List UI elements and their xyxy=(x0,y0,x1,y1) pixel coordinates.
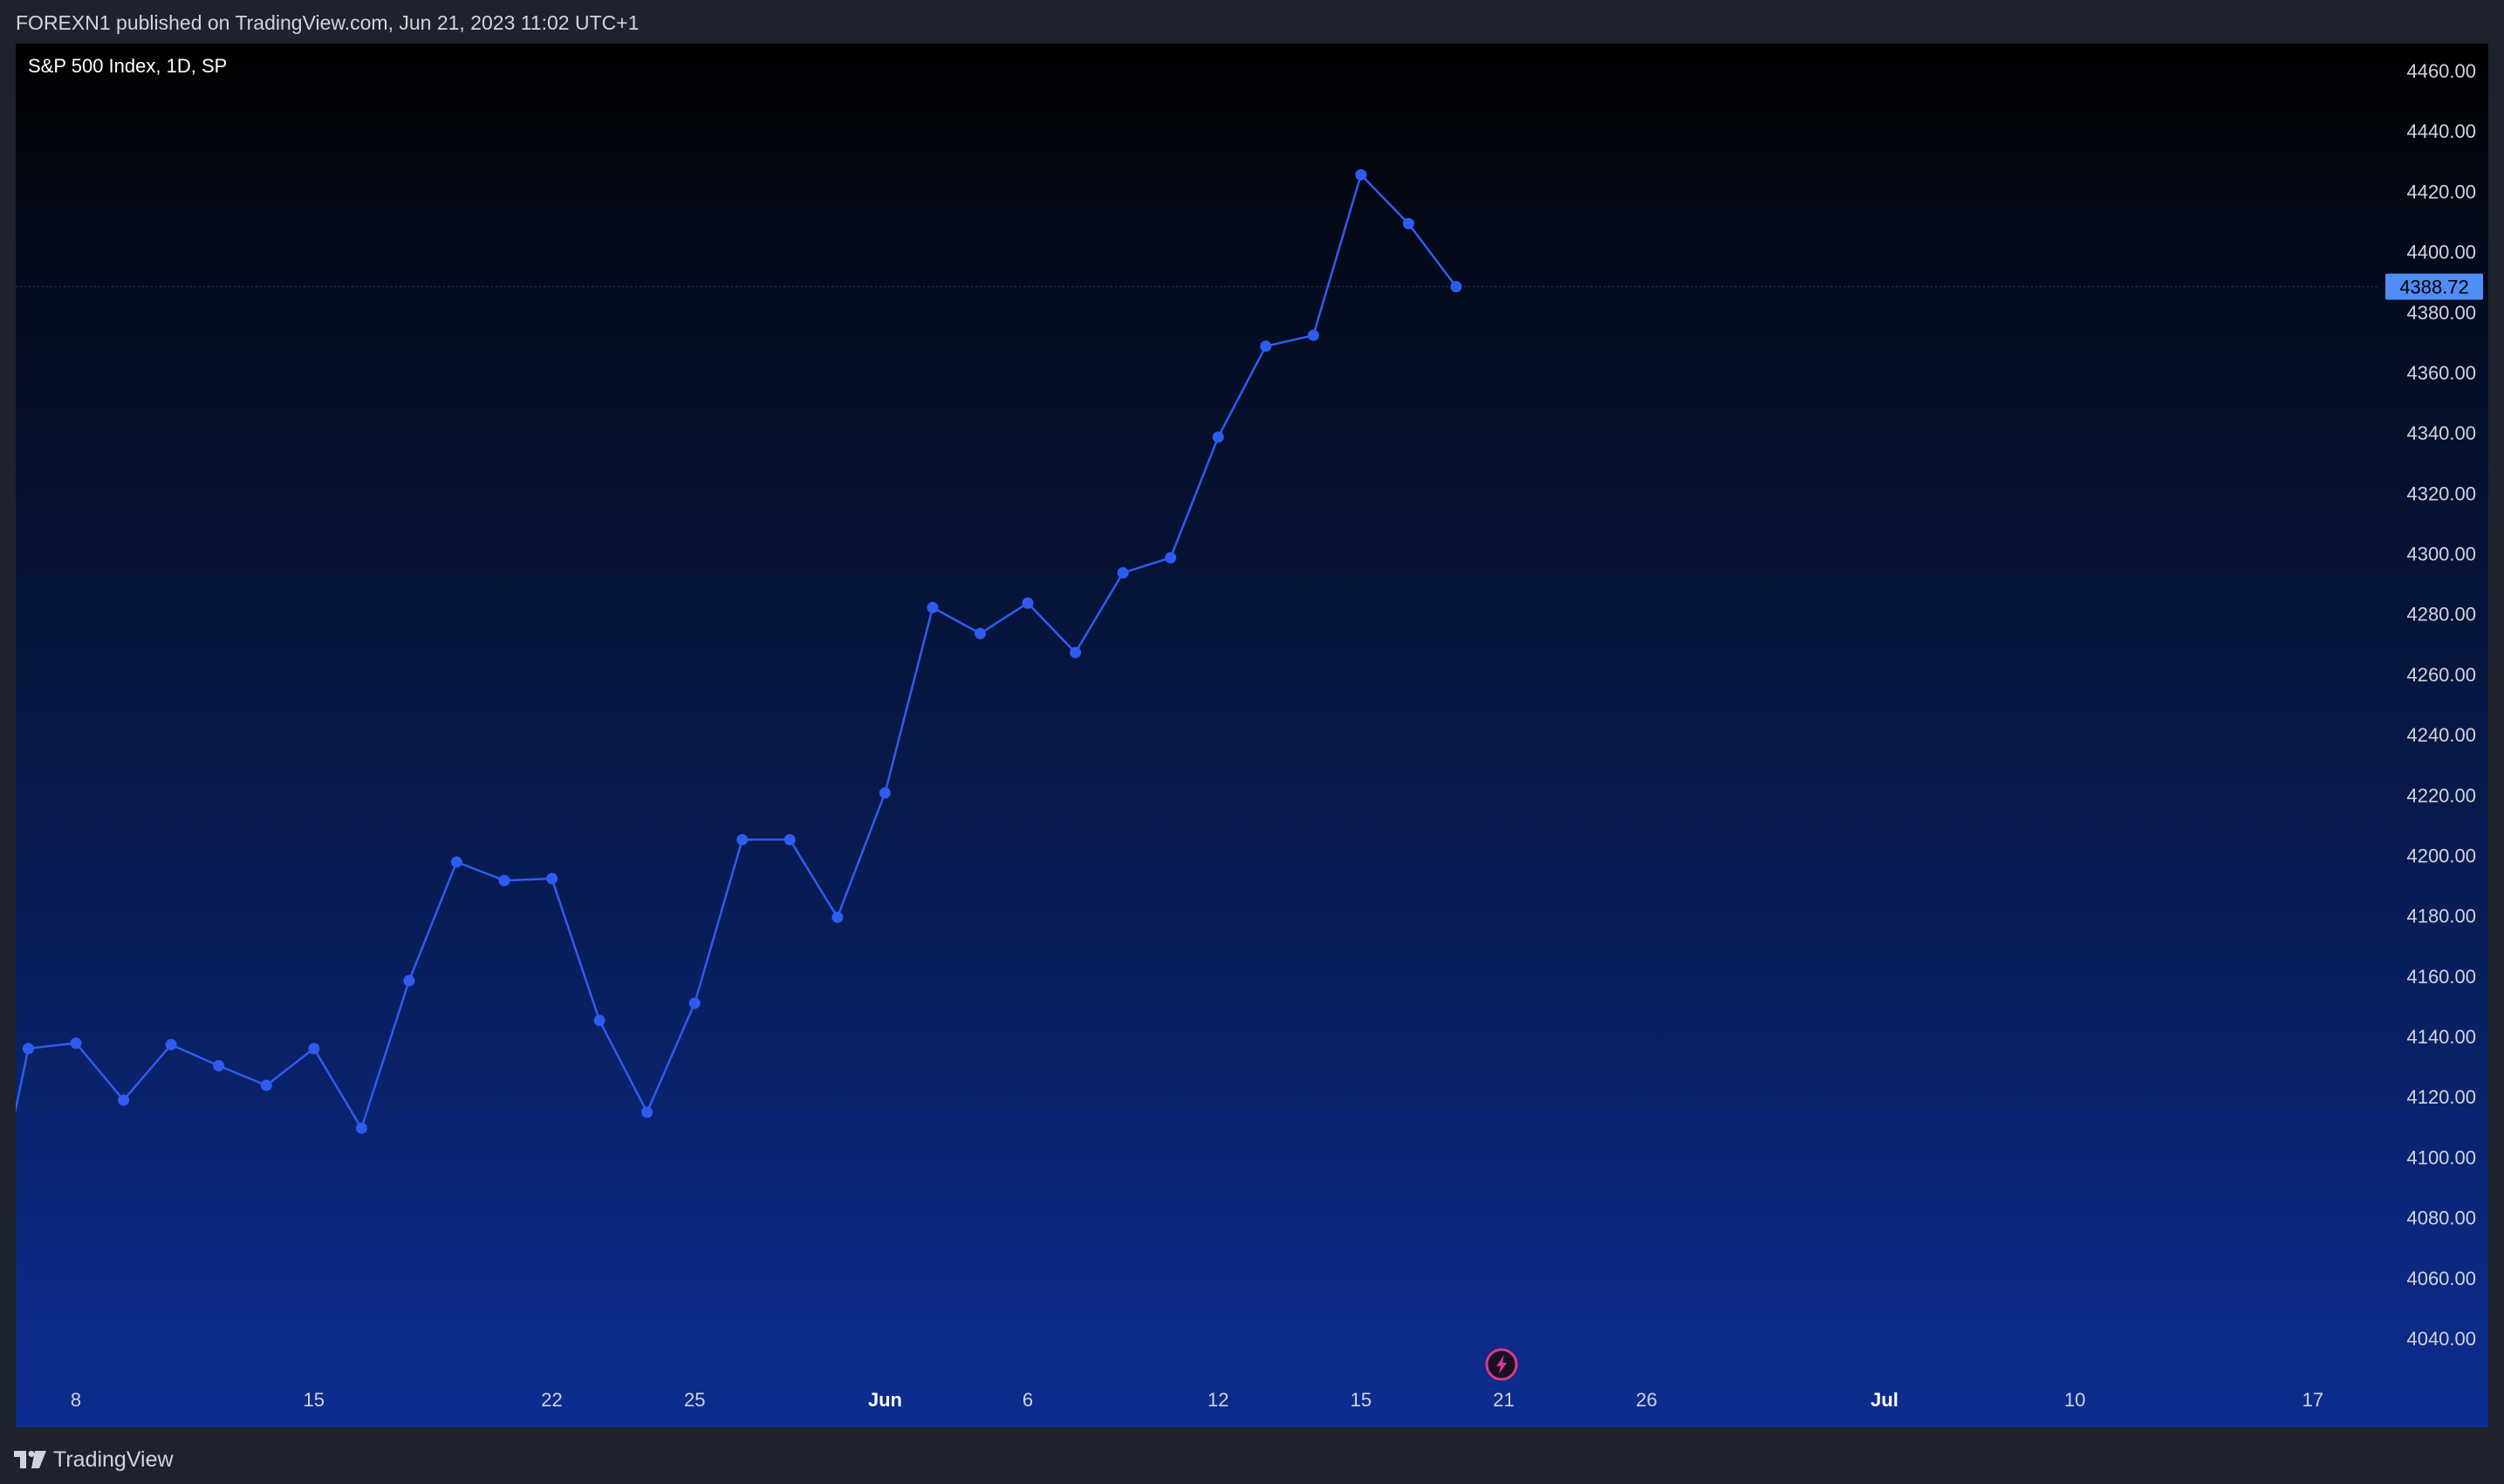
data-point[interactable] xyxy=(165,1038,177,1050)
publish-header: FOREXN1 published on TradingView.com, Ju… xyxy=(0,0,2504,45)
data-point[interactable] xyxy=(879,787,891,799)
data-point[interactable] xyxy=(831,911,844,923)
data-point[interactable] xyxy=(1260,340,1272,352)
data-point[interactable] xyxy=(450,856,462,868)
data-point[interactable] xyxy=(118,1094,130,1106)
y-tick-label: 4260.00 xyxy=(2406,664,2476,686)
x-tick-label: Jun xyxy=(868,1389,902,1411)
data-point[interactable] xyxy=(736,833,749,845)
y-tick-label: 4320.00 xyxy=(2406,482,2476,504)
y-tick-label: 4160.00 xyxy=(2406,966,2476,988)
data-point[interactable] xyxy=(641,1106,653,1118)
x-tick-label: 21 xyxy=(1493,1389,1514,1411)
symbol-title[interactable]: S&P 500 Index, 1D, SP xyxy=(28,55,227,78)
y-tick-label: 4100.00 xyxy=(2406,1146,2476,1168)
x-tick-label: 15 xyxy=(1351,1389,1372,1411)
tradingview-logo-icon xyxy=(14,1451,46,1468)
x-tick-label: 22 xyxy=(541,1389,562,1411)
data-point[interactable] xyxy=(688,997,701,1009)
data-point[interactable] xyxy=(498,874,510,886)
tradingview-brand-text: TradingView xyxy=(53,1446,174,1472)
data-point[interactable] xyxy=(783,833,796,845)
data-point[interactable] xyxy=(927,601,939,613)
data-point[interactable] xyxy=(23,1043,34,1055)
y-tick-label: 4040.00 xyxy=(2406,1328,2476,1350)
y-tick-label: 4080.00 xyxy=(2406,1207,2476,1229)
y-tick-label: 4180.00 xyxy=(2406,906,2476,927)
y-tick-label: 4440.00 xyxy=(2406,120,2476,142)
data-point[interactable] xyxy=(1117,567,1129,579)
data-point[interactable] xyxy=(1355,168,1367,181)
chart-plot[interactable]: 4040.00 4060.00 4080.00 4100.00 4120.00 4140.… xyxy=(16,44,2488,1427)
y-tick-label: 4200.00 xyxy=(2406,845,2476,866)
y-tick-label: 4120.00 xyxy=(2406,1086,2476,1108)
lightning-icon[interactable] xyxy=(1485,1348,1518,1381)
data-point[interactable] xyxy=(975,627,986,639)
y-tick-label: 4340.00 xyxy=(2406,422,2476,444)
y-tick-label: 4140.00 xyxy=(2406,1026,2476,1048)
data-point[interactable] xyxy=(1307,329,1319,341)
x-tick-label: 26 xyxy=(1636,1389,1657,1411)
x-tick-label: 10 xyxy=(2064,1389,2085,1411)
x-tick-label: Jul xyxy=(1871,1389,1899,1411)
data-point[interactable] xyxy=(70,1037,82,1050)
series-line xyxy=(16,174,1457,1130)
y-tick-label: 4060.00 xyxy=(2406,1268,2476,1289)
chart-panel[interactable]: 4040.00 4060.00 4080.00 4100.00 4120.00 4140.… xyxy=(16,44,2488,1427)
y-tick-label: 4300.00 xyxy=(2406,544,2476,565)
y-tick-label: 4220.00 xyxy=(2406,784,2476,806)
data-point[interactable] xyxy=(355,1122,367,1134)
data-point[interactable] xyxy=(1402,217,1414,229)
y-tick-label: 4240.00 xyxy=(2406,724,2476,746)
last-price-label: 4388.72 xyxy=(2399,277,2469,298)
data-point[interactable] xyxy=(260,1079,272,1091)
x-tick-label: 8 xyxy=(71,1389,81,1411)
data-point[interactable] xyxy=(213,1060,225,1072)
footer: TradingView xyxy=(0,1431,2504,1484)
data-point[interactable] xyxy=(1070,646,1082,659)
x-tick-label: 15 xyxy=(304,1389,325,1411)
x-tick-label: 17 xyxy=(2302,1389,2323,1411)
data-point[interactable] xyxy=(1022,597,1034,609)
data-point[interactable] xyxy=(1450,281,1462,293)
x-tick-label: 6 xyxy=(1023,1389,1033,1411)
y-tick-label: 4280.00 xyxy=(2406,604,2476,626)
data-point[interactable] xyxy=(1212,431,1224,443)
data-point[interactable] xyxy=(308,1043,320,1055)
x-tick-label: 25 xyxy=(684,1389,705,1411)
y-tick-label: 4420.00 xyxy=(2406,181,2476,202)
y-tick-label: 4380.00 xyxy=(2406,302,2476,324)
x-tick-label: 12 xyxy=(1208,1389,1228,1411)
tradingview-logo[interactable]: TradingView xyxy=(14,1447,174,1472)
y-tick-label: 4360.00 xyxy=(2406,362,2476,384)
publish-info: FOREXN1 published on TradingView.com, Ju… xyxy=(16,11,640,34)
data-point[interactable] xyxy=(1165,551,1177,564)
data-point[interactable] xyxy=(546,872,558,885)
data-point[interactable] xyxy=(593,1015,605,1027)
y-tick-label: 4460.00 xyxy=(2406,60,2476,82)
data-point[interactable] xyxy=(403,975,415,987)
y-tick-label: 4400.00 xyxy=(2406,242,2476,263)
